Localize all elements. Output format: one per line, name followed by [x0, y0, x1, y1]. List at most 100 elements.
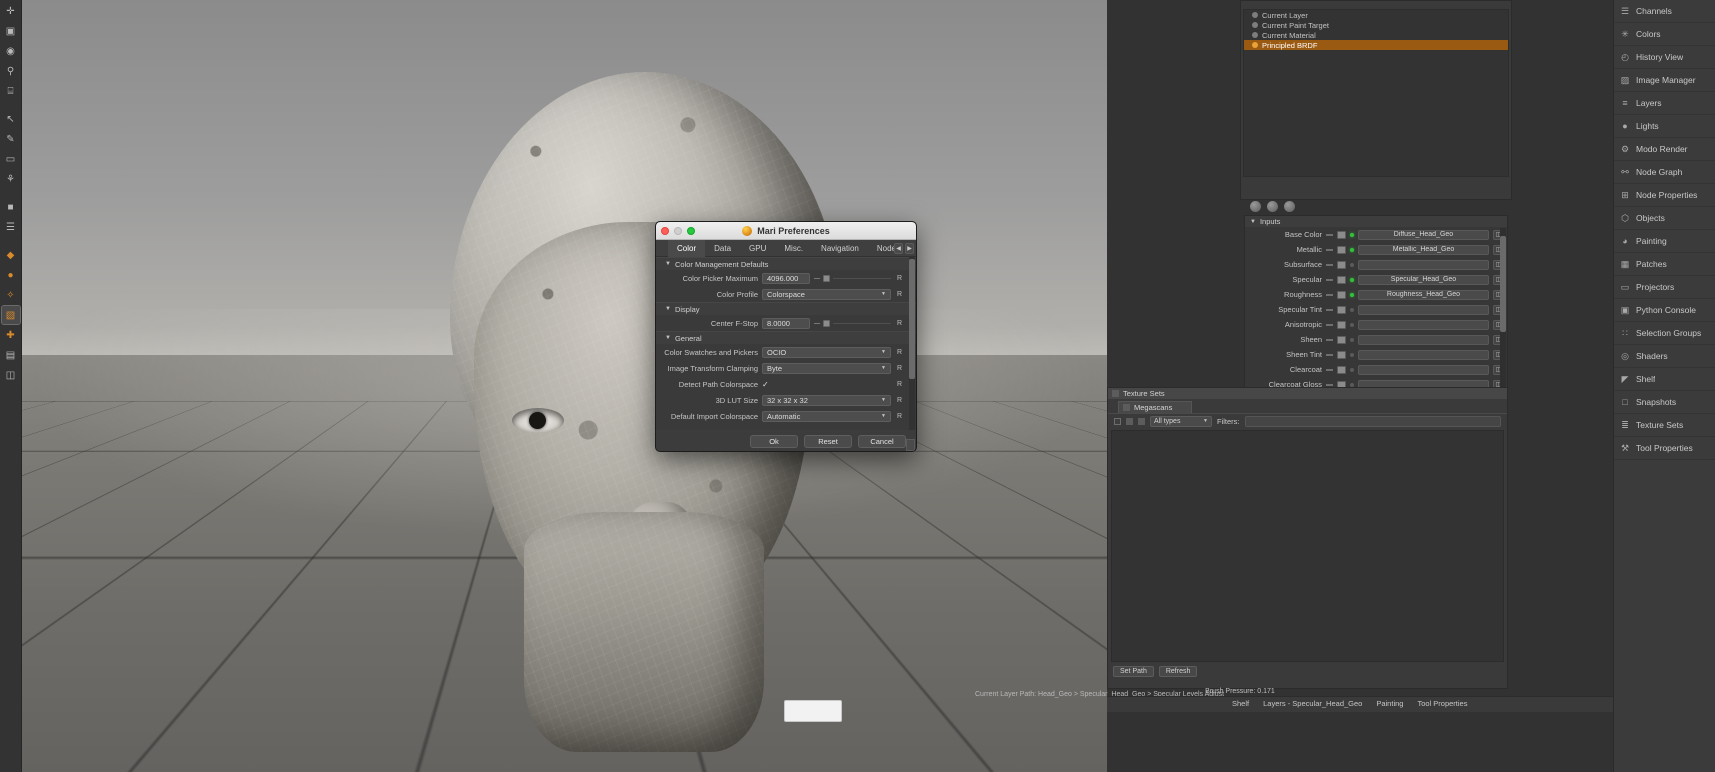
input-connection-dot[interactable]: [1350, 352, 1354, 357]
dock-item-shelf[interactable]: ◤ Shelf: [1614, 368, 1715, 391]
reset-default-import-colorspace[interactable]: R: [895, 413, 904, 420]
tool-layers-icon[interactable]: ▤: [2, 346, 20, 364]
input-swatch[interactable]: [1337, 305, 1346, 314]
center-f-stop-input[interactable]: 8.0000: [762, 317, 810, 329]
tool-paint-brush-icon[interactable]: ✎: [2, 130, 20, 148]
node-item-current-paint-target[interactable]: Current Paint Target: [1244, 20, 1508, 30]
tool-select-icon[interactable]: ▣: [2, 22, 20, 40]
props-scrollbar[interactable]: [1500, 228, 1506, 388]
tool-eraser-icon[interactable]: ▭: [2, 150, 20, 168]
reset-button[interactable]: Reset: [804, 434, 852, 448]
metallic-field[interactable]: Metallic_Head_Geo: [1358, 244, 1489, 255]
inputs-section-header[interactable]: ▼ Inputs: [1245, 216, 1507, 227]
viewport-bottom-widget[interactable]: [784, 700, 842, 722]
dock-item-channels[interactable]: ☰ Channels: [1614, 0, 1715, 23]
anisotropic-field[interactable]: [1358, 319, 1489, 330]
filters-input[interactable]: [1244, 415, 1501, 427]
zoom-button[interactable]: [687, 227, 695, 235]
tool-color-swatch-icon[interactable]: ■: [2, 198, 20, 216]
input-swatch[interactable]: [1337, 275, 1346, 284]
bottom-tab-painting[interactable]: Painting: [1376, 699, 1403, 708]
tool-bake-icon[interactable]: ▧: [0, 305, 21, 325]
select-all-checkbox[interactable]: [1114, 417, 1121, 425]
input-swatch[interactable]: [1337, 320, 1346, 329]
reset-center-f-stop[interactable]: R: [895, 320, 904, 327]
sheen-field[interactable]: [1358, 334, 1489, 345]
tool-zoom-icon[interactable]: ⚲: [2, 62, 20, 80]
tab-gpu[interactable]: GPU: [740, 240, 775, 257]
input-connection-dot[interactable]: [1350, 277, 1354, 282]
dock-item-image-manager[interactable]: ▨ Image Manager: [1614, 69, 1715, 92]
bottom-tab-layers[interactable]: Layers - Specular_Head_Geo: [1263, 699, 1362, 708]
tool-gradient-icon[interactable]: ●: [2, 266, 20, 284]
close-button[interactable]: [661, 227, 669, 235]
color-swatches-select[interactable]: OCIO ▼: [762, 346, 891, 358]
sphere-minus-icon[interactable]: [1284, 200, 1295, 212]
tool-clone-icon[interactable]: ⚘: [2, 170, 20, 188]
tab-navigation[interactable]: Navigation: [812, 240, 868, 257]
section-header-general[interactable]: ▼ General: [656, 331, 916, 344]
input-connection-dot[interactable]: [1350, 367, 1354, 372]
reset-detect-path-colorspace[interactable]: R: [895, 381, 904, 388]
base-color-field[interactable]: Diffuse_Head_Geo: [1358, 229, 1489, 240]
two-sphere-icon[interactable]: [1267, 200, 1278, 212]
minimize-button[interactable]: [674, 227, 682, 235]
bottom-tab-shelf[interactable]: Shelf: [1232, 699, 1249, 708]
texture-set-tab-megascans[interactable]: Megascans: [1118, 401, 1192, 413]
default-import-colorspace-select[interactable]: Automatic ▼: [762, 410, 891, 422]
dock-item-painting[interactable]: ◕ Painting: [1614, 230, 1715, 253]
input-connection-dot[interactable]: [1350, 292, 1354, 297]
dock-item-shaders[interactable]: ◎ Shaders: [1614, 345, 1715, 368]
dock-item-python-console[interactable]: ▣ Python Console: [1614, 299, 1715, 322]
mari-preferences-dialog[interactable]: Mari Preferences Color Data GPU Misc. Na…: [655, 221, 917, 452]
detect-path-colorspace-checkbox[interactable]: ✓: [762, 380, 772, 389]
slider-track[interactable]: [833, 322, 891, 324]
dock-item-selection-groups[interactable]: ∷ Selection Groups: [1614, 322, 1715, 345]
section-header-color-management[interactable]: ▼ Color Management Defaults: [656, 257, 916, 270]
tool-transform-icon[interactable]: ✛: [2, 2, 20, 20]
image-transform-clamping-select[interactable]: Byte ▼: [762, 362, 891, 374]
reset-color-picker-maximum[interactable]: R: [895, 275, 904, 282]
dock-item-history-view[interactable]: ◴ History View: [1614, 46, 1715, 69]
color-profile-select[interactable]: Colorspace ▼: [762, 288, 891, 300]
dock-item-colors[interactable]: ✳ Colors: [1614, 23, 1715, 46]
dock-item-lights[interactable]: ● Lights: [1614, 115, 1715, 138]
color-picker-maximum-slider[interactable]: [814, 273, 891, 284]
grid-view-icon[interactable]: [1138, 417, 1145, 425]
specular-field[interactable]: Specular_Head_Geo: [1358, 274, 1489, 285]
slider-knob[interactable]: [823, 274, 830, 282]
node-item-principled-brdf[interactable]: Principled BRDF: [1244, 40, 1508, 50]
props-scrollbar-thumb[interactable]: [1500, 236, 1506, 332]
section-header-display[interactable]: ▼ Display: [656, 302, 916, 315]
tool-pan-icon[interactable]: ◉: [2, 42, 20, 60]
dock-item-snapshots[interactable]: □ Snapshots: [1614, 391, 1715, 414]
node-item-current-material[interactable]: Current Material: [1244, 30, 1508, 40]
input-connection-dot[interactable]: [1350, 307, 1354, 312]
type-filter-select[interactable]: All types ▼: [1150, 415, 1212, 427]
input-swatch[interactable]: [1337, 230, 1346, 239]
center-f-stop-slider[interactable]: [814, 318, 891, 329]
ok-button[interactable]: Ok: [750, 434, 798, 448]
input-connection-dot[interactable]: [1350, 247, 1354, 252]
chevron-left-icon[interactable]: ◀: [894, 243, 903, 254]
reset-lut-size[interactable]: R: [895, 397, 904, 404]
sphere-preview-icon[interactable]: [1250, 200, 1261, 212]
refresh-button[interactable]: Refresh: [1158, 665, 1198, 677]
input-connection-dot[interactable]: [1350, 262, 1354, 267]
tab-misc[interactable]: Misc.: [775, 240, 812, 257]
dock-item-patches[interactable]: ▦ Patches: [1614, 253, 1715, 276]
dock-item-node-properties[interactable]: ⊞ Node Properties: [1614, 184, 1715, 207]
texture-sets-list[interactable]: [1111, 430, 1504, 662]
input-swatch[interactable]: [1337, 335, 1346, 344]
input-swatch[interactable]: [1337, 245, 1346, 254]
set-path-button[interactable]: Set Path: [1113, 665, 1154, 677]
cancel-button[interactable]: Cancel: [858, 434, 906, 448]
tool-arrow-icon[interactable]: ↖: [2, 110, 20, 128]
list-view-icon[interactable]: [1126, 417, 1133, 425]
tab-data[interactable]: Data: [705, 240, 740, 257]
dock-item-modo-render[interactable]: ⚙ Modo Render: [1614, 138, 1715, 161]
dialog-scrollbar-thumb[interactable]: [909, 259, 915, 379]
bottom-tab-tool-properties[interactable]: Tool Properties: [1417, 699, 1467, 708]
input-swatch[interactable]: [1337, 260, 1346, 269]
input-connection-dot[interactable]: [1350, 382, 1354, 387]
